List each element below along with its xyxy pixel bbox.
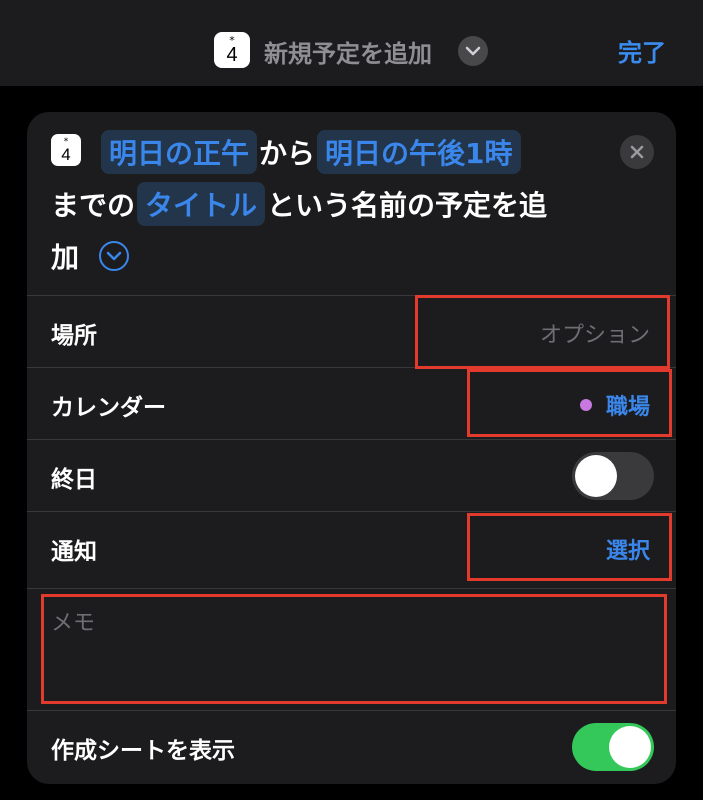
done-button[interactable]: 完了	[618, 33, 666, 68]
shortcut-app-icon: * 4	[214, 32, 250, 68]
action-title[interactable]: 新規予定を追加	[264, 34, 432, 69]
location-row[interactable]: 場所 オプション	[27, 295, 676, 367]
remove-action-button[interactable]	[620, 135, 654, 169]
all-day-row: 終日	[27, 439, 676, 511]
alert-picker[interactable]: 選択	[606, 533, 650, 565]
action-summary: * 4 明日の正午 から 明日の午後1時 までの タイトル という名前の予定を追…	[27, 112, 676, 295]
all-day-label: 終日	[51, 467, 97, 493]
action-card: * 4 明日の正午 から 明日の午後1時 までの タイトル という名前の予定を追…	[27, 112, 676, 784]
suffix-text: という名前の予定を追	[267, 189, 548, 222]
suffix-text-end: 加	[51, 241, 80, 274]
location-field[interactable]: オプション	[540, 317, 650, 349]
calendar-color-dot	[579, 399, 592, 411]
end-date-token[interactable]: 明日の午後1時	[317, 130, 521, 174]
notes-placeholder: メモ	[51, 611, 96, 636]
close-icon	[630, 145, 644, 159]
notes-field[interactable]: メモ	[27, 588, 676, 710]
expand-button[interactable]	[99, 241, 130, 271]
icon-number: 4	[226, 44, 238, 66]
toggle-knob	[575, 455, 617, 497]
title-menu-button[interactable]	[458, 36, 488, 66]
until-text: までの	[51, 189, 136, 222]
show-compose-toggle[interactable]	[572, 723, 654, 771]
calendar-value: 職場	[605, 395, 650, 420]
all-day-toggle[interactable]	[572, 452, 654, 500]
calendar-row[interactable]: カレンダー 職場	[27, 367, 676, 439]
alert-row[interactable]: 通知 選択	[27, 511, 676, 583]
from-text: から	[259, 137, 316, 170]
summary-line-1: 明日の正午 から 明日の午後1時	[51, 130, 523, 174]
summary-line-3: 加	[51, 236, 130, 276]
calendar-label: カレンダー	[51, 395, 166, 421]
summary-line-2: までの タイトル という名前の予定を追	[51, 182, 547, 226]
chevron-down-icon	[465, 46, 481, 56]
title-token[interactable]: タイトル	[137, 182, 266, 226]
start-date-token[interactable]: 明日の正午	[101, 130, 258, 174]
location-label: 場所	[51, 323, 97, 349]
show-compose-label: 作成シートを表示	[51, 738, 235, 764]
chevron-down-icon	[106, 251, 122, 261]
calendar-picker[interactable]: 職場	[579, 389, 650, 421]
alert-label: 通知	[51, 539, 97, 565]
toggle-knob	[609, 726, 651, 768]
top-bar: * 4 新規予定を追加 完了	[0, 0, 703, 86]
show-compose-row: 作成シートを表示	[27, 710, 676, 782]
